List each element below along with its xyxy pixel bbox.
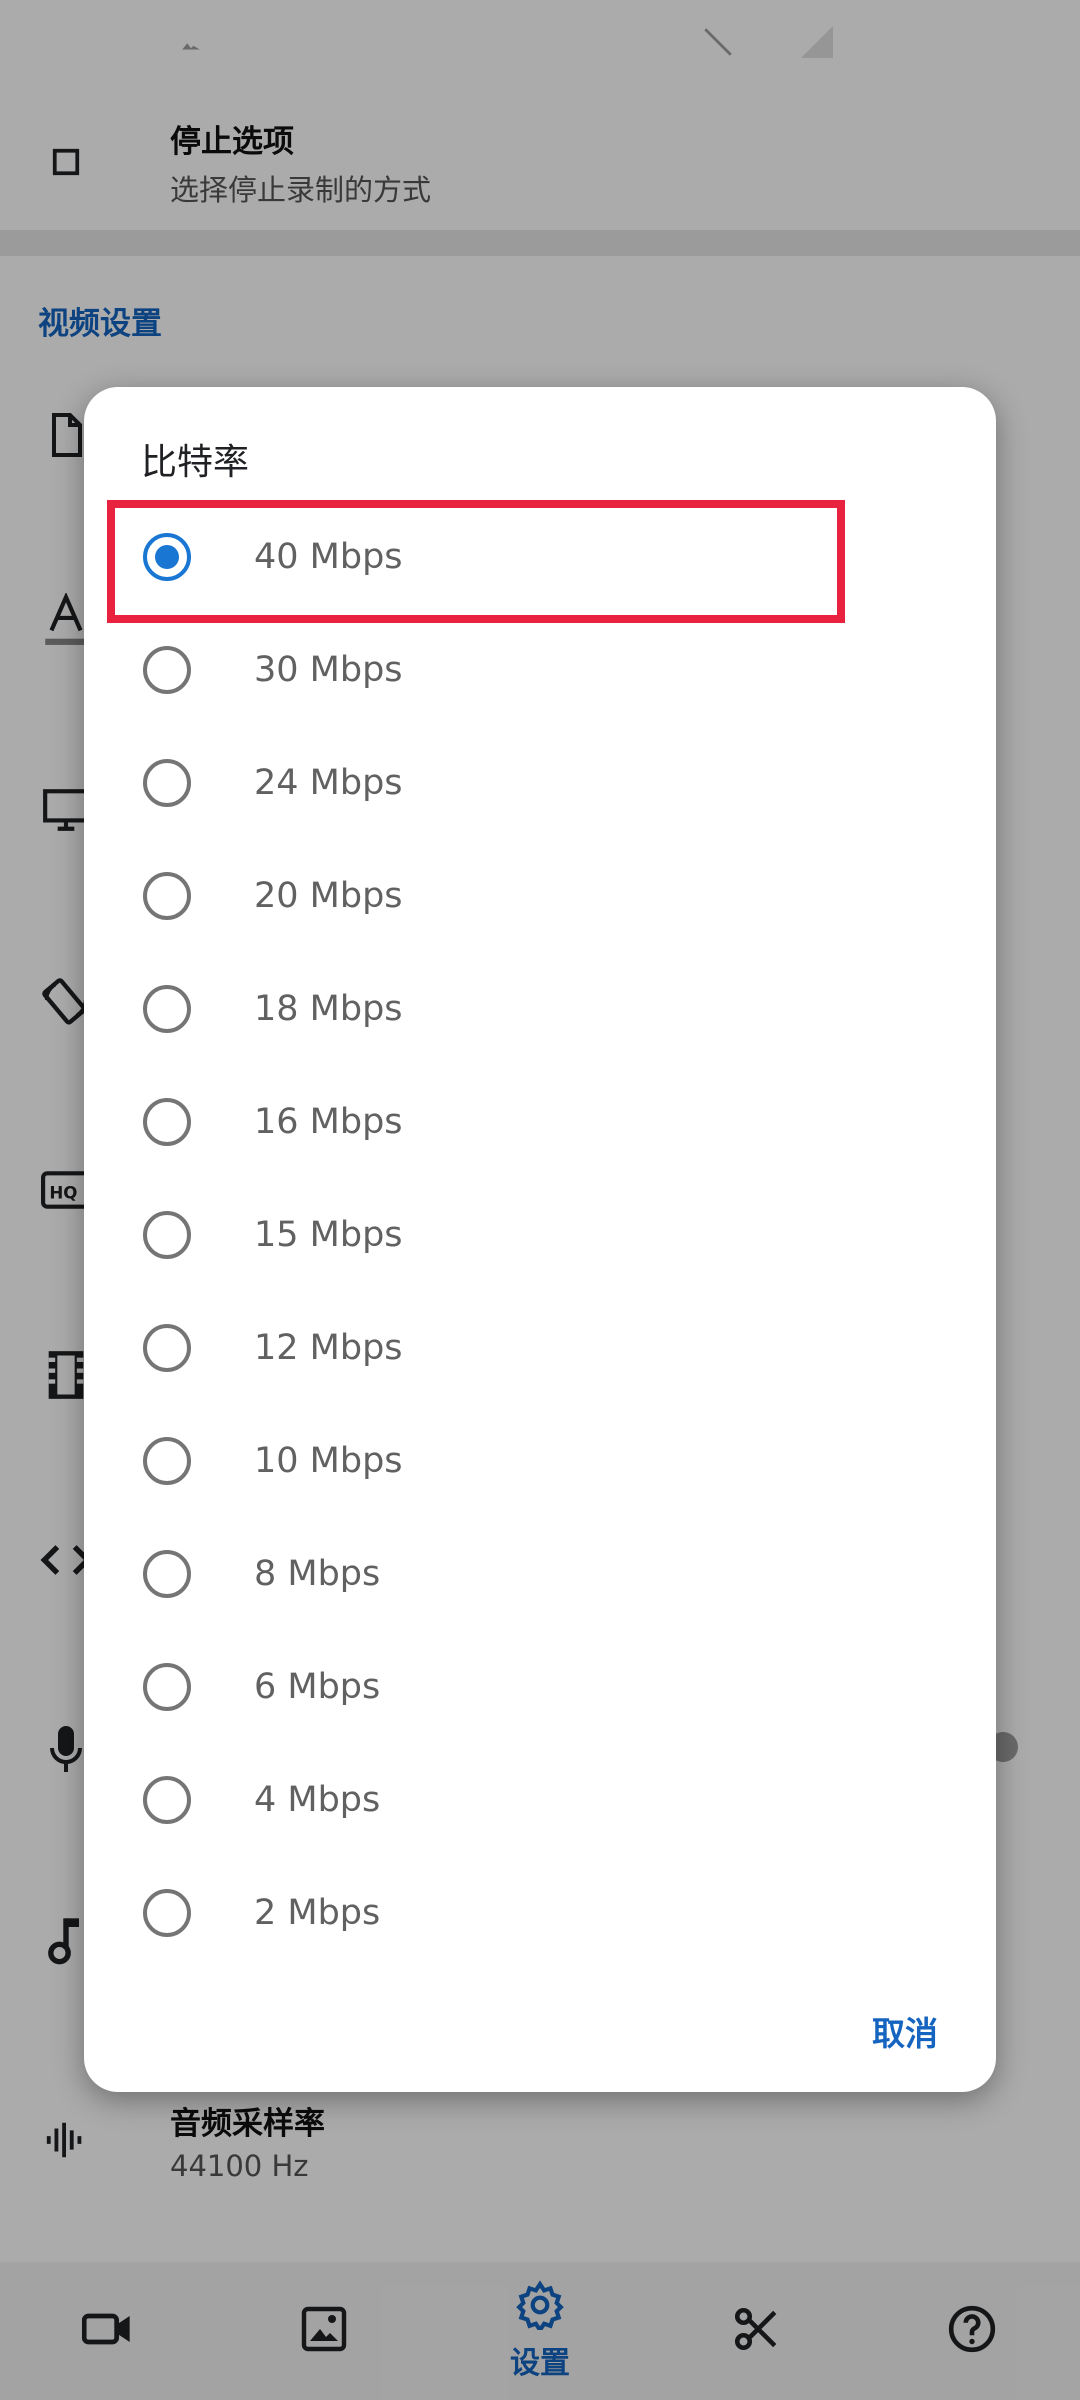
bitrate-option-label: 18 Mbps xyxy=(254,988,403,1029)
selection-highlight-box xyxy=(107,500,845,623)
radio-button[interactable] xyxy=(143,1098,191,1146)
bitrate-option[interactable]: 4 Mbps xyxy=(84,1743,996,1856)
bitrate-option-label: 6 Mbps xyxy=(254,1666,381,1707)
bitrate-options-list: 40 Mbps 30 Mbps 24 Mbps 20 Mbps 18 Mbps 16 Mb… xyxy=(84,500,996,1969)
bitrate-option-label: 4 Mbps xyxy=(254,1779,381,1820)
bitrate-option[interactable]: 6 Mbps xyxy=(84,1630,996,1743)
radio-button[interactable] xyxy=(143,1663,191,1711)
bitrate-option[interactable]: 20 Mbps xyxy=(84,839,996,952)
bitrate-option[interactable]: 18 Mbps xyxy=(84,952,996,1065)
radio-button[interactable] xyxy=(143,759,191,807)
bitrate-dialog: 比特率 40 Mbps 30 Mbps 24 Mbps 20 Mbps 18 Mbps 1… xyxy=(84,387,996,2092)
bitrate-option[interactable]: 24 Mbps xyxy=(84,726,996,839)
bitrate-option-label: 2 Mbps xyxy=(254,1892,381,1933)
bitrate-option[interactable]: 2 Mbps xyxy=(84,1856,996,1969)
radio-button[interactable] xyxy=(143,1550,191,1598)
bitrate-option-label: 30 Mbps xyxy=(254,649,403,690)
bitrate-option[interactable]: 30 Mbps xyxy=(84,613,996,726)
radio-button[interactable] xyxy=(143,1776,191,1824)
bitrate-option-label: 12 Mbps xyxy=(254,1327,403,1368)
radio-button[interactable] xyxy=(143,872,191,920)
radio-button[interactable] xyxy=(143,1437,191,1485)
radio-button[interactable] xyxy=(143,1324,191,1372)
bitrate-option-label: 16 Mbps xyxy=(254,1101,403,1142)
radio-button[interactable] xyxy=(143,646,191,694)
bitrate-option-label: 15 Mbps xyxy=(254,1214,403,1255)
bitrate-option[interactable]: 16 Mbps xyxy=(84,1065,996,1178)
bitrate-option[interactable]: 10 Mbps xyxy=(84,1404,996,1517)
bitrate-option[interactable]: 15 Mbps xyxy=(84,1178,996,1291)
bitrate-option[interactable]: 12 Mbps xyxy=(84,1291,996,1404)
bitrate-option-label: 20 Mbps xyxy=(254,875,403,916)
cancel-button[interactable]: 取消 xyxy=(872,2007,938,2055)
bitrate-option-label: 24 Mbps xyxy=(254,762,403,803)
radio-button[interactable] xyxy=(143,1889,191,1937)
radio-button[interactable] xyxy=(143,985,191,1033)
radio-button[interactable] xyxy=(143,1211,191,1259)
dialog-title: 比特率 xyxy=(141,442,250,483)
bitrate-option-label: 10 Mbps xyxy=(254,1440,403,1481)
bitrate-option[interactable]: 8 Mbps xyxy=(84,1517,996,1630)
bitrate-option-label: 8 Mbps xyxy=(254,1553,381,1594)
